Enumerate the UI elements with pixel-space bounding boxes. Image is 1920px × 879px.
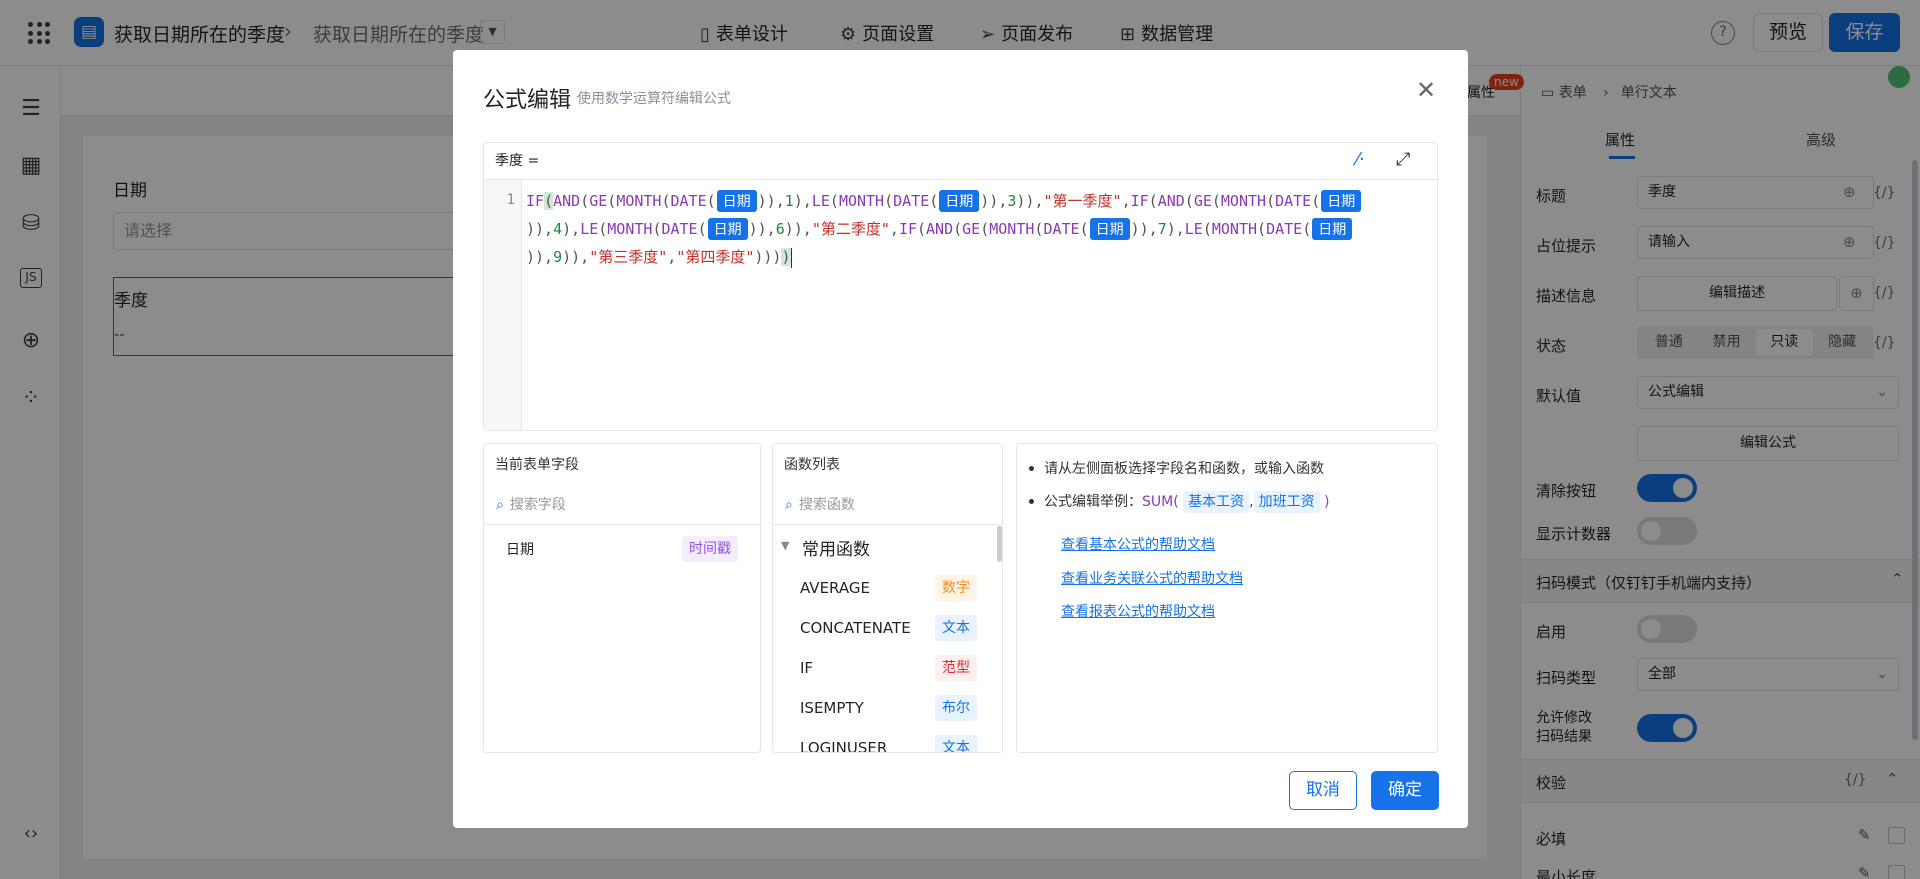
help-pane: 请从左侧面板选择字段名和函数，或输入函数 公式编辑举例：SUM( 基本工资, 加班… (1016, 443, 1438, 753)
functions-pane-title: 函数列表 (784, 457, 840, 473)
function-name: AVERAGE (800, 579, 870, 597)
help-link-report[interactable]: 查看报表公式的帮助文档 (1061, 601, 1215, 621)
function-name: ISEMPTY (800, 699, 864, 717)
line-gutter: 1 (484, 180, 522, 430)
editor-label: 季度 = (495, 153, 540, 169)
help-example-prefix: 公式编辑举例： (1044, 494, 1142, 510)
search-icon: ⌕ (496, 497, 504, 513)
form-fields-pane: 当前表单字段 ⌕ 搜索字段 日期 时间戳 (483, 443, 761, 753)
function-group-common[interactable]: 常用函数 (802, 535, 870, 560)
line-number: 1 (506, 192, 515, 208)
help-text-1: 请从左侧面板选择字段名和函数，或输入函数 (1029, 458, 1324, 478)
help-example-field: 加班工资 (1253, 491, 1320, 513)
help-link-business[interactable]: 查看业务关联公式的帮助文档 (1061, 568, 1243, 588)
field-search-placeholder: 搜索字段 (509, 497, 566, 513)
field-token[interactable]: 日期 (1089, 218, 1130, 240)
function-type-badge: 布尔 (935, 695, 977, 721)
dialog-title: 公式编辑 (483, 88, 572, 113)
field-token[interactable]: 日期 (716, 190, 757, 212)
field-item-name: 日期 (506, 542, 534, 558)
field-item-date[interactable]: 日期 时间戳 (484, 532, 760, 566)
formula-code[interactable]: IF(AND(GE(MONTH(DATE(日期)),1),LE(MONTH(DA… (526, 187, 1431, 271)
function-type-badge: 范型 (935, 655, 977, 681)
divider (484, 524, 760, 525)
search-icon: ⌕ (785, 497, 793, 513)
function-type-badge: 文本 (935, 735, 977, 752)
help-example-end: ) (1324, 494, 1330, 510)
divider (773, 524, 1002, 525)
function-search-input[interactable]: ⌕ 搜索函数 (785, 494, 855, 514)
function-search-placeholder: 搜索函数 (798, 497, 855, 513)
function-list-scrollbar[interactable] (997, 526, 1002, 562)
caret-down-icon[interactable]: ▼ (781, 539, 789, 552)
editor-header: 季度 = (484, 143, 1437, 180)
field-search-input[interactable]: ⌕ 搜索字段 (496, 494, 566, 514)
dialog-subtitle: 使用数学运算符编辑公式 (577, 91, 731, 107)
field-token[interactable]: 日期 (707, 218, 748, 240)
quarter-string: "第一季度" (1043, 192, 1122, 210)
fullscreen-icon[interactable]: ⤢ (1396, 149, 1410, 170)
field-token[interactable]: 日期 (1312, 218, 1353, 240)
function-name: CONCATENATE (800, 619, 911, 637)
function-type-badge: 数字 (935, 575, 977, 601)
confirm-button[interactable]: 确定 (1371, 771, 1439, 810)
formula-editor-dialog: 公式编辑 使用数学运算符编辑公式 ✕ 季度 = ⁄⋅ ⤢ 1 IF(AND(GE… (453, 50, 1468, 828)
magic-wand-icon[interactable]: ⁄⋅ (1356, 149, 1365, 170)
function-name: IF (800, 659, 814, 677)
field-token[interactable]: 日期 (1321, 190, 1362, 212)
field-type-badge: 时间戳 (682, 536, 738, 562)
function-name: LOGINUSER (800, 739, 888, 753)
formula-editor[interactable]: 季度 = ⁄⋅ ⤢ 1 IF(AND(GE(MONTH(DATE(日期)),1)… (483, 142, 1438, 431)
cancel-button[interactable]: 取消 (1289, 771, 1357, 810)
help-link-basic[interactable]: 查看基本公式的帮助文档 (1061, 534, 1215, 554)
quarter-string: "第三季度" (589, 248, 668, 266)
help-example: 公式编辑举例：SUM( 基本工资, 加班工资 ) (1029, 491, 1330, 513)
quarter-string: "第二季度" (811, 220, 890, 238)
function-type-badge: 文本 (935, 615, 977, 641)
help-example-fn: SUM( (1142, 494, 1179, 510)
text-caret (790, 247, 792, 268)
quarter-string: "第四季度" (676, 248, 755, 266)
help-example-field: 基本工资 (1183, 491, 1250, 513)
fields-pane-title: 当前表单字段 (495, 457, 579, 473)
field-token[interactable]: 日期 (939, 190, 980, 212)
function-list-pane: 函数列表 ⌕ 搜索函数 ▼ 常用函数 AVERAGE 数字 CONCATENATE… (772, 443, 1003, 753)
close-icon[interactable]: ✕ (1416, 76, 1436, 104)
help-example-comma: , (1249, 494, 1254, 510)
